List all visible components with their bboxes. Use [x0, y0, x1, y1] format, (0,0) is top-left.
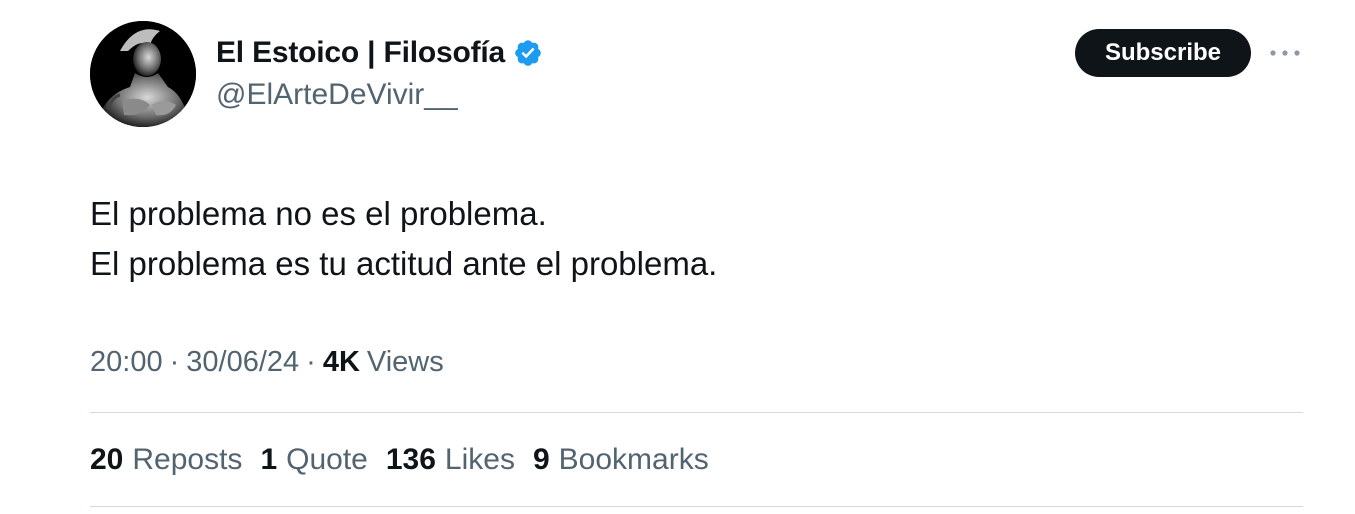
stat-count: 1: [260, 443, 278, 476]
likes-stat[interactable]: 136 Likes: [386, 443, 515, 477]
author-handle[interactable]: @ElArteDeVivir__: [216, 78, 458, 112]
tweet-meta: 20:00 · 30/06/24 · 4K Views: [90, 340, 444, 384]
stat-label: Likes: [444, 443, 515, 476]
divider: [90, 506, 1303, 507]
stat-count: 20: [90, 443, 124, 476]
stat-label: Bookmarks: [558, 443, 709, 476]
stat-count: 9: [532, 443, 550, 476]
bookmarks-stat[interactable]: 9 Bookmarks: [533, 443, 709, 477]
verified-badge-icon[interactable]: [513, 38, 543, 68]
reposts-stat[interactable]: 20 Reposts: [90, 443, 242, 477]
tweet-line: El problema no es el problema.: [90, 195, 547, 232]
divider: [90, 412, 1303, 413]
more-horizontal-icon: [1270, 50, 1300, 56]
avatar[interactable]: [90, 21, 196, 127]
quotes-stat[interactable]: 1 Quote: [260, 443, 367, 477]
author-display-name[interactable]: El Estoico | Filosofía: [216, 36, 505, 70]
author-name-row: El Estoico | Filosofía: [216, 33, 543, 73]
more-options-button[interactable]: [1268, 40, 1302, 66]
tweet-text: El problema no es el problema. El proble…: [90, 189, 1290, 289]
tweet-time[interactable]: 20:00: [90, 346, 163, 379]
stat-count: 136: [385, 443, 436, 476]
stat-label: Reposts: [132, 443, 243, 476]
views-label[interactable]: Views: [367, 346, 444, 379]
meta-separator: ·: [306, 345, 316, 378]
tweet-detail: El Estoico | Filosofía @ElArteDeVivir__ …: [0, 0, 1355, 514]
tweet-date[interactable]: 30/06/24: [186, 346, 299, 379]
engagement-stats: 20 Reposts 1 Quote 136 Likes 9 Bookmarks: [90, 437, 727, 483]
tweet-line: El problema es tu actitud ante el proble…: [90, 245, 718, 282]
subscribe-button[interactable]: Subscribe: [1075, 29, 1251, 77]
stat-label: Quote: [286, 443, 368, 476]
meta-separator: ·: [169, 345, 180, 378]
views-count[interactable]: 4K: [323, 346, 360, 379]
stoic-statue-avatar-icon: [90, 21, 196, 127]
